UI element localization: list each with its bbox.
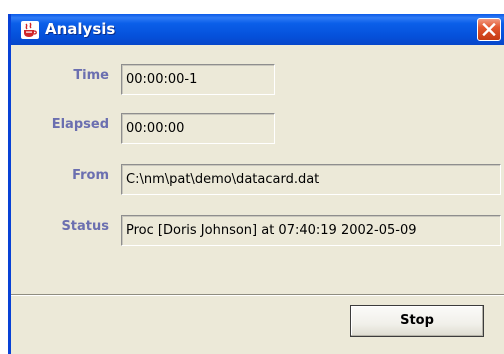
java-cup-icon bbox=[21, 21, 39, 39]
time-field: 00:00:00-1 bbox=[121, 64, 275, 95]
title-bar[interactable]: Analysis bbox=[11, 14, 504, 45]
close-icon bbox=[482, 23, 496, 36]
status-label: Status bbox=[61, 219, 109, 234]
from-field: C:\nm\pat\demo\datacard.dat bbox=[121, 164, 501, 195]
elapsed-field: 00:00:00 bbox=[121, 113, 275, 144]
status-field: Proc [Doris Johnson] at 07:40:19 2002-05… bbox=[121, 215, 501, 246]
stop-button[interactable]: Stop bbox=[350, 305, 484, 337]
from-label: From bbox=[72, 168, 109, 183]
dialog-body: Time 00:00:00-1 Elapsed 00:00:00 From C:… bbox=[11, 45, 504, 354]
elapsed-label: Elapsed bbox=[51, 117, 109, 132]
button-separator bbox=[11, 294, 504, 296]
window-title: Analysis bbox=[45, 20, 116, 38]
close-button[interactable] bbox=[477, 18, 501, 41]
analysis-window: Analysis Time 00:00:00-1 Elapsed 00:00:0… bbox=[8, 14, 504, 354]
time-label: Time bbox=[73, 68, 109, 83]
